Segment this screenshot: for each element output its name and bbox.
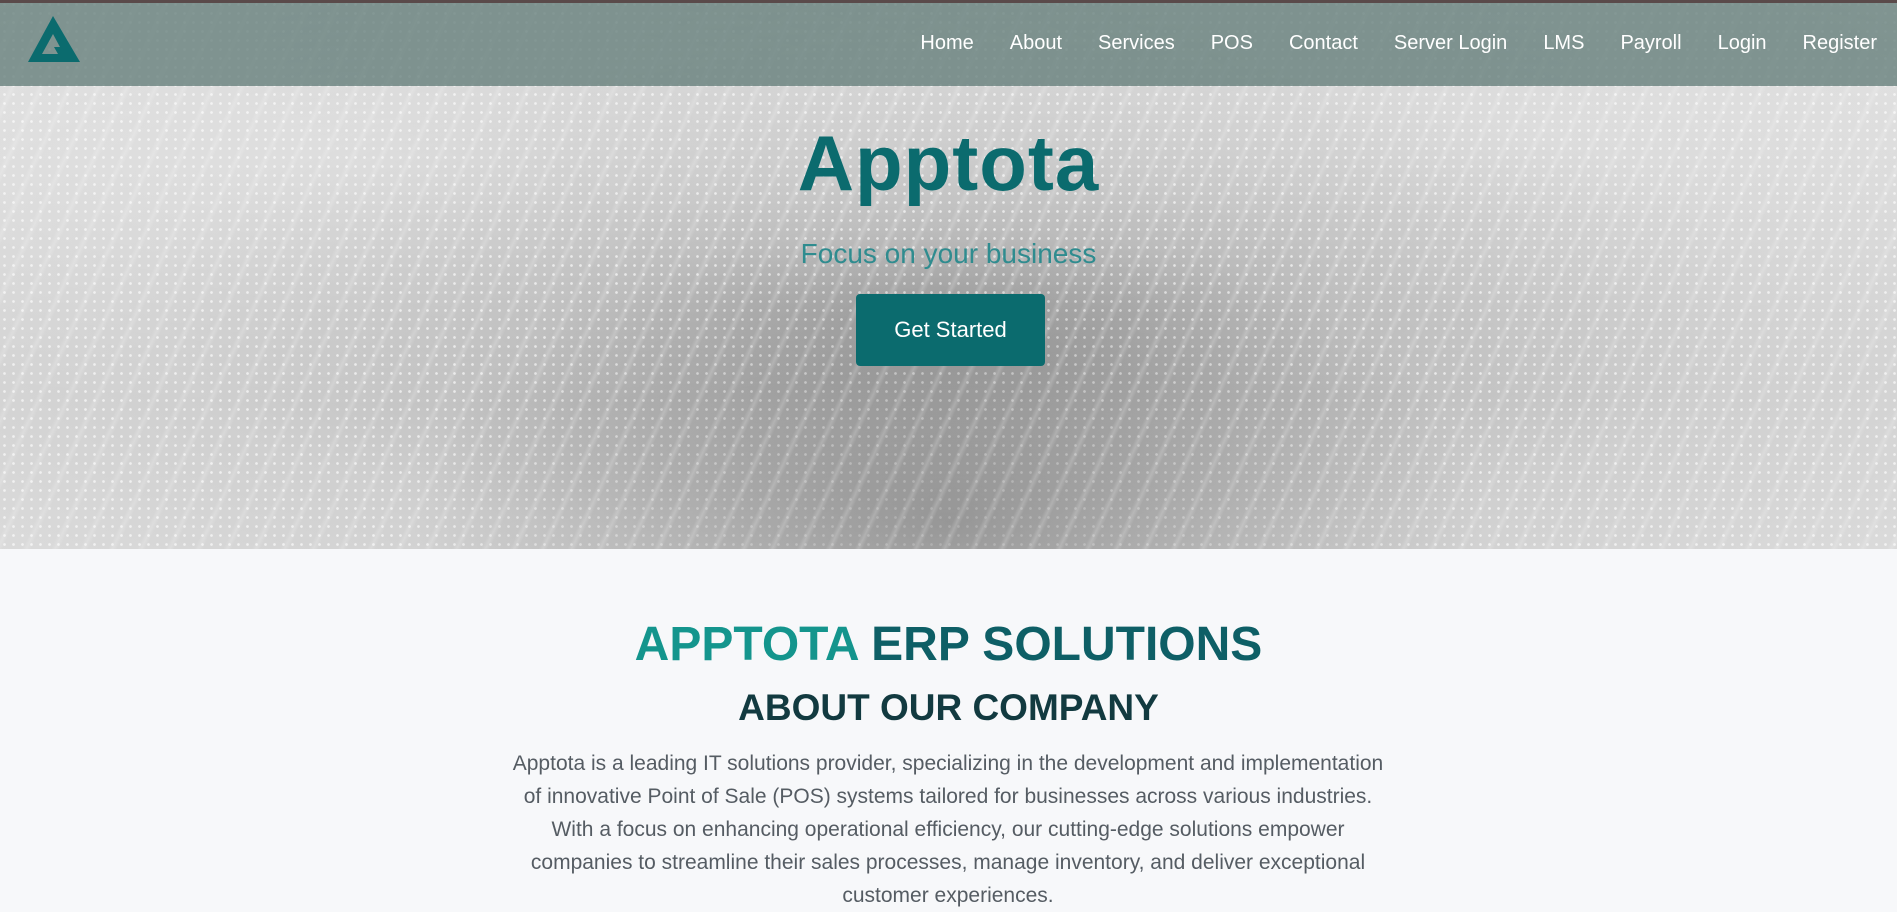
main-nav: Home About Services POS Contact Server L… — [902, 0, 1897, 86]
about-heading-rest: ERP SOLUTIONS — [871, 618, 1263, 671]
nav-about-link[interactable]: About — [992, 32, 1080, 55]
hero-title: Apptota — [797, 119, 1100, 207]
nav-services-link[interactable]: Services — [1080, 32, 1193, 55]
about-heading: APPTOTA ERP SOLUTIONS — [0, 617, 1897, 672]
about-body-text: Apptota is a leading IT solutions provid… — [512, 752, 1384, 907]
hero-section: Home About Services POS Contact Server L… — [0, 0, 1897, 549]
nav-home-link[interactable]: Home — [902, 32, 991, 55]
nav-contact-link[interactable]: Contact — [1271, 32, 1376, 55]
nav-pos-link[interactable]: POS — [1193, 32, 1271, 55]
get-started-button[interactable]: Get Started — [856, 294, 1045, 366]
nav-server-login-link[interactable]: Server Login — [1376, 32, 1525, 55]
about-heading-accent: APPTOTA — [634, 618, 858, 671]
navbar: Home About Services POS Contact Server L… — [0, 0, 1897, 86]
hero-subtitle: Focus on your business — [800, 238, 1097, 269]
apptota-logo-icon[interactable] — [24, 14, 82, 64]
nav-lms-link[interactable]: LMS — [1525, 32, 1602, 55]
nav-login-link[interactable]: Login — [1700, 32, 1785, 55]
nav-register-link[interactable]: Register — [1785, 32, 1897, 55]
nav-payroll-link[interactable]: Payroll — [1602, 32, 1699, 55]
window-top-border — [0, 0, 1897, 3]
about-subheading: ABOUT OUR COMPANY — [738, 687, 1159, 728]
about-section: APPTOTA ERP SOLUTIONS ABOUT OUR COMPANY … — [0, 549, 1897, 912]
